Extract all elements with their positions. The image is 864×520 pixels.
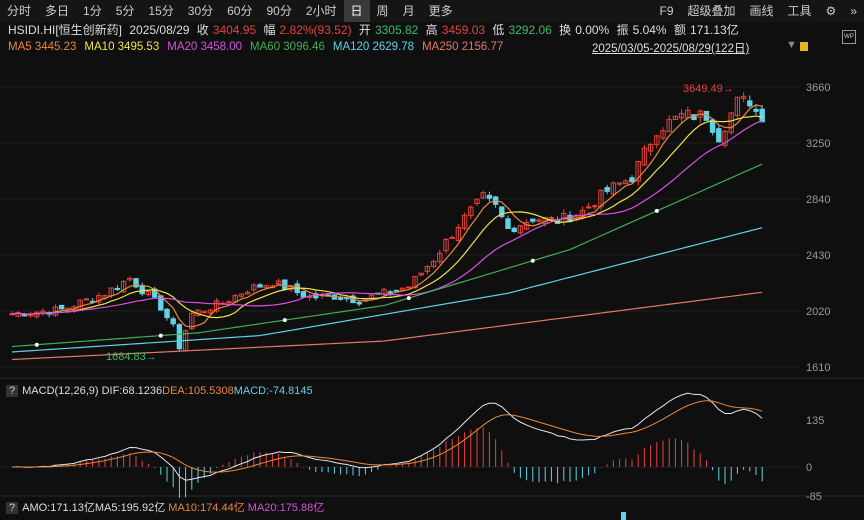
price-axis-label: 3250 bbox=[806, 138, 830, 150]
candle bbox=[387, 291, 393, 294]
price-axis-label: 2020 bbox=[806, 306, 830, 318]
macd-title: MACD(12,26,9) bbox=[22, 385, 99, 397]
amo-header: ? AMO:171.13亿MA5:195.92亿 MA10:174.44亿 MA2… bbox=[6, 499, 324, 515]
macd-axis-label: 135 bbox=[806, 415, 824, 427]
candle bbox=[406, 286, 412, 289]
candle bbox=[83, 298, 90, 301]
ma250-line bbox=[11, 291, 763, 361]
candle bbox=[393, 289, 400, 292]
ma10-line bbox=[11, 115, 763, 319]
candle bbox=[58, 304, 65, 310]
kline-chart[interactable]: 3660 3250 2840 2430 2020 1610 3649.49→ 1684.83→… bbox=[0, 0, 864, 520]
ma60-marker bbox=[34, 342, 39, 347]
ma20-line bbox=[11, 120, 763, 315]
candle bbox=[257, 284, 263, 288]
candle bbox=[300, 291, 307, 298]
amo-value: AMO:171.13亿 bbox=[22, 502, 95, 514]
macd-dea: DEA:105.5308 bbox=[162, 385, 234, 397]
candle bbox=[629, 177, 635, 183]
price-axis-label: 3660 bbox=[806, 82, 830, 94]
candle bbox=[753, 108, 759, 112]
amo-ma20: MA20:175.88亿 bbox=[247, 502, 325, 514]
ma60-marker bbox=[282, 318, 287, 323]
low-annotation: 1684.83→ bbox=[106, 351, 157, 363]
candle bbox=[282, 279, 288, 291]
candle bbox=[759, 108, 765, 123]
candle bbox=[170, 318, 176, 325]
candle bbox=[585, 206, 592, 209]
macd-header: ? MACD(12,26,9) DIF:68.1236DEA:105.5308MA… bbox=[6, 385, 313, 397]
candle bbox=[511, 227, 517, 232]
ma5-line bbox=[11, 104, 763, 328]
candle bbox=[505, 218, 511, 229]
candle bbox=[139, 284, 145, 295]
ma60-marker bbox=[654, 208, 659, 213]
dea-line bbox=[11, 400, 763, 473]
ma60-marker bbox=[406, 296, 411, 301]
macd-help-button[interactable]: ? bbox=[6, 385, 19, 397]
ma60-marker bbox=[530, 258, 535, 263]
candle bbox=[114, 287, 121, 290]
price-axis-label: 2840 bbox=[806, 194, 830, 206]
candle bbox=[486, 194, 493, 199]
candle bbox=[176, 324, 183, 350]
candle bbox=[337, 297, 344, 300]
price-axis-label: 1610 bbox=[806, 362, 830, 374]
candle bbox=[356, 301, 362, 305]
candle bbox=[604, 187, 610, 192]
candle bbox=[747, 100, 753, 107]
candle bbox=[164, 308, 170, 319]
candle bbox=[449, 236, 455, 239]
candle bbox=[716, 128, 722, 143]
price-axis-label: 2430 bbox=[806, 250, 830, 262]
macd-axis-label: -85 bbox=[806, 491, 822, 503]
high-annotation: 3649.49→ bbox=[683, 83, 734, 95]
ma60-marker bbox=[158, 333, 163, 338]
candle bbox=[548, 217, 555, 220]
amo-ma10: MA10:174.44亿 bbox=[168, 502, 245, 514]
macd-dif: DIF:68.1236 bbox=[101, 385, 163, 397]
candle bbox=[592, 205, 598, 208]
amo-ma5: MA5:195.92亿 bbox=[94, 502, 166, 514]
macd-axis-label: 0 bbox=[806, 462, 812, 474]
amo-bar bbox=[621, 512, 626, 520]
macd-value: MACD:-74.8145 bbox=[233, 385, 313, 397]
candle bbox=[530, 218, 536, 222]
amo-help-button[interactable]: ? bbox=[6, 502, 19, 514]
